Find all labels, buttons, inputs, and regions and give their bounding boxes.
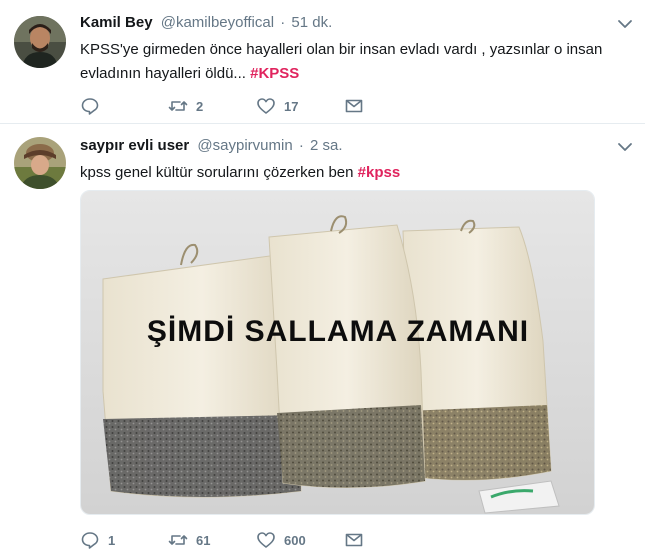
tweet[interactable]: saypır evli user @saypirvumin · 2 sa. kp… — [0, 125, 645, 559]
tweet-header: saypır evli user @saypirvumin · 2 sa. — [80, 135, 629, 157]
message-icon — [345, 99, 363, 113]
tweet-text-line: kpss genel kültür sorularını çözerken be… — [80, 164, 354, 181]
separator-dot: · — [298, 137, 304, 154]
retweet-count: 2 — [196, 98, 204, 114]
reply-button[interactable]: 1 — [80, 530, 168, 550]
tweet-text-line: evladının hayalleri öldü... — [80, 65, 246, 82]
reply-icon — [81, 98, 99, 115]
hashtag-link[interactable]: #KPSS — [250, 65, 299, 82]
like-icon — [257, 98, 275, 114]
direct-message-button[interactable] — [344, 96, 432, 116]
timestamp[interactable]: 2 sa. — [310, 137, 343, 154]
retweet-icon — [168, 101, 188, 111]
reply-icon — [81, 532, 99, 549]
avatar[interactable] — [14, 16, 66, 68]
author-name[interactable]: saypır evli user — [80, 137, 189, 154]
like-count: 600 — [284, 532, 306, 548]
tweet-text: kpss genel kültür sorularını çözerken be… — [80, 161, 629, 185]
like-button[interactable]: 600 — [256, 530, 344, 550]
avatar[interactable] — [14, 137, 66, 189]
chevron-down-icon[interactable] — [617, 139, 633, 155]
like-icon — [257, 532, 275, 548]
author-username[interactable]: @saypirvumin — [197, 137, 292, 154]
reply-count: 1 — [108, 532, 116, 548]
timestamp[interactable]: 51 dk. — [291, 14, 332, 31]
like-count: 17 — [284, 98, 299, 114]
retweet-button[interactable]: 2 — [168, 96, 256, 116]
media-caption: ŞİMDİ SALLAMA ZAMANI — [147, 315, 529, 348]
message-icon — [345, 533, 363, 547]
author-name[interactable]: Kamil Bey — [80, 14, 153, 31]
tweet[interactable]: Kamil Bey @kamilbeyoffical · 51 dk. KPSS… — [0, 0, 645, 124]
tweet-text-line: KPSS'ye girmeden önce hayalleri olan bir… — [80, 41, 603, 58]
chevron-down-icon[interactable] — [617, 16, 633, 32]
retweet-icon — [168, 535, 188, 545]
like-button[interactable]: 17 — [256, 96, 344, 116]
retweet-button[interactable]: 61 — [168, 530, 256, 550]
retweet-count: 61 — [196, 532, 211, 548]
direct-message-button[interactable] — [344, 530, 432, 550]
tweet-actions: 2 17 — [80, 94, 432, 118]
separator-dot: · — [280, 14, 286, 31]
hashtag-link[interactable]: #kpss — [358, 164, 401, 181]
tweet-actions: 1 61 600 — [80, 528, 432, 552]
reply-button[interactable] — [80, 96, 168, 116]
author-username[interactable]: @kamilbeyoffical — [161, 14, 274, 31]
tweet-media-image[interactable]: ŞİMDİ SALLAMA ZAMANI — [80, 190, 595, 515]
tweet-content: Kamil Bey @kamilbeyoffical · 51 dk. KPSS… — [80, 12, 629, 86]
tweet-text: KPSS'ye girmeden önce hayalleri olan bir… — [80, 38, 620, 86]
tweet-content: saypır evli user @saypirvumin · 2 sa. kp… — [80, 135, 629, 185]
tweet-header: Kamil Bey @kamilbeyoffical · 51 dk. — [80, 12, 629, 34]
